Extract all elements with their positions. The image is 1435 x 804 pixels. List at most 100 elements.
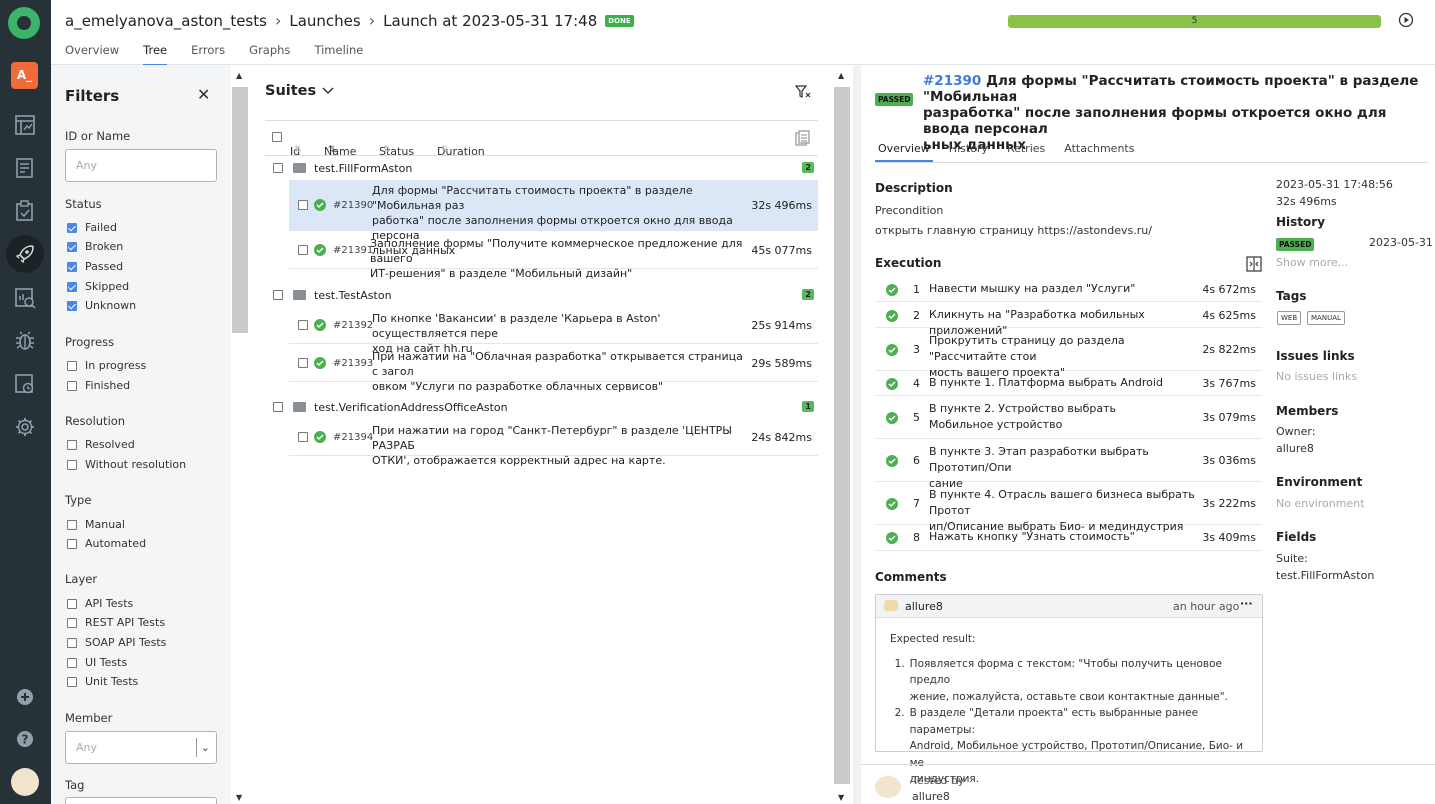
table-row[interactable]: #21390 Для формы "Рассчитать стоимость п… [289,180,818,257]
suite-group[interactable]: test.VerificationAddressOfficeAston 1 [265,395,818,419]
tag-web[interactable]: WEB [1277,311,1302,325]
test-plans-icon[interactable] [12,198,38,224]
progress-finished-checkbox[interactable]: Finished [67,379,130,392]
columns-settings-icon[interactable] [795,130,810,146]
resolution-without-checkbox[interactable]: Without resolution [67,458,186,471]
status-badge: DONE [605,14,634,27]
select-all-checkbox[interactable] [272,132,282,142]
execution-step[interactable]: 1 Навести мышку на раздел "Услуги" 4s 67… [875,277,1262,302]
header: a_emelyanova_aston_tests › Launches › La… [51,0,1435,66]
precondition-text: открыть главную страницу https://astonde… [875,224,1152,237]
status-skipped-checkbox[interactable]: Skipped [67,280,129,293]
project-avatar[interactable]: A_ [11,62,38,89]
chevron-down-icon [322,87,334,95]
user-avatar[interactable] [11,768,39,796]
tab-overview[interactable]: Overview [875,142,933,162]
resolution-resolved-checkbox[interactable]: Resolved [67,438,135,451]
tab-tree[interactable]: Tree [143,43,168,66]
breadcrumb-launches[interactable]: Launches [289,12,360,30]
tab-graphs[interactable]: Graphs [249,43,290,66]
breadcrumb-project[interactable]: a_emelyanova_aston_tests [65,12,267,30]
history-heading: History [1276,215,1326,229]
history-status-badge[interactable]: PASSED [1276,238,1315,251]
expand-steps-icon[interactable] [1246,256,1262,272]
allure-logo[interactable] [8,7,40,39]
settings-gear-icon[interactable] [12,414,38,440]
type-automated-checkbox[interactable]: Automated [67,537,146,550]
layer-rest-api-checkbox[interactable]: REST API Tests [67,616,165,629]
filters-scrollbar[interactable]: ▲ ▼ [231,65,251,804]
table-row[interactable]: #21394 При нажатии на город "Санкт-Петер… [289,419,818,467]
launch-tabs: Overview Tree Errors Graphs Timeline [65,43,387,66]
comment-heading: Expected result: [890,633,976,645]
analytics-icon[interactable] [12,285,38,311]
test-number[interactable]: #21390 [923,73,981,89]
execution-step[interactable]: 5 В пункте 2. Устройство выбрать Мобильно… [875,396,1262,439]
execution-step[interactable]: 2 Кликнуть на "Разработка мобильных прил… [875,302,1262,337]
history-date: 2023-05-31 [1369,236,1433,249]
svg-text:?: ? [22,733,29,747]
add-plus-icon[interactable] [12,684,38,710]
layer-soap-api-checkbox[interactable]: SOAP API Tests [67,636,166,649]
scrollbar-thumb[interactable] [232,87,248,333]
defects-bug-icon[interactable] [12,328,38,354]
comment-author: allure8 [905,600,943,613]
status-failed-checkbox[interactable]: Failed [67,221,117,234]
panel-resize-handle[interactable] [853,65,861,804]
jobs-icon[interactable] [12,371,38,397]
execution-step[interactable]: 3 Прокрутить страницу до раздела "Рассчи… [875,328,1262,379]
tag-manual[interactable]: MANUAL [1307,311,1345,325]
run-date: 2023-05-31 17:48:56 [1276,178,1393,191]
filter-clear-icon[interactable] [795,84,812,100]
tags-heading: Tags [1276,289,1307,303]
left-rail: A_ ? [0,0,51,804]
dashboard-icon[interactable] [12,112,38,138]
close-icon[interactable]: ✕ [197,85,210,104]
tag-select[interactable] [65,797,217,804]
scroll-up-icon[interactable]: ▲ [236,71,242,80]
table-row[interactable]: #21391 Заполнение формы "Получите коммер… [289,232,818,280]
tab-retries[interactable]: Retries [1004,142,1048,162]
tab-overview[interactable]: Overview [65,43,119,66]
layer-api-checkbox[interactable]: API Tests [67,597,133,610]
status-passed-checkbox[interactable]: Passed [67,260,123,273]
id-name-input[interactable]: Any [65,149,217,182]
suite-group[interactable]: test.TestAston 2 [265,283,818,307]
more-menu-icon[interactable]: ··· [1240,597,1253,610]
tree-scrollbar[interactable]: ▲ ▼ [833,65,853,804]
execution-step[interactable]: 7 В пункте 4. Отрасль вашего бизнеса выб… [875,482,1262,533]
scroll-down-icon[interactable]: ▼ [236,793,242,802]
help-icon[interactable]: ? [12,726,38,752]
status-unknown-checkbox[interactable]: Unknown [67,299,136,312]
layer-unit-checkbox[interactable]: Unit Tests [67,675,138,688]
passed-check-icon [314,199,326,211]
test-cases-icon[interactable] [12,155,38,181]
progress-in-progress-checkbox[interactable]: In progress [67,359,146,372]
table-row[interactable]: #21392 По кнопке 'Вакансии' в разделе 'К… [289,307,818,355]
passed-check-icon [886,344,898,356]
table-row[interactable]: #21393 При нажатии на "Облачная разработ… [289,345,818,393]
chevron-down-icon: ⌄ [195,738,210,757]
play-icon[interactable] [1398,12,1414,28]
scrollbar-thumb[interactable] [834,87,850,784]
tab-history[interactable]: History [946,142,991,162]
execution-step[interactable]: 4 В пункте 1. Платформа выбрать Android … [875,371,1262,396]
launches-rocket-icon[interactable] [6,235,44,273]
type-manual-checkbox[interactable]: Manual [67,518,125,531]
show-more-link[interactable]: Show more... [1276,256,1348,269]
execution-step[interactable]: 6 В пункте 3. Этап разработки выбрать Пр… [875,439,1262,490]
suites-dropdown[interactable]: Suites [265,83,334,99]
scroll-down-icon[interactable]: ▼ [838,793,844,802]
chevron-right-icon: › [274,11,282,30]
execution-step[interactable]: 8 Нажать кнопку "Узнать стоимость" 3s 40… [875,525,1262,551]
suite-group[interactable]: test.FillFormAston 2 [265,156,818,180]
status-broken-checkbox[interactable]: Broken [67,240,123,253]
layer-ui-checkbox[interactable]: UI Tests [67,656,127,669]
tab-errors[interactable]: Errors [191,43,225,66]
folder-icon [293,290,306,300]
member-select[interactable]: Any ⌄ [65,731,217,764]
tab-timeline[interactable]: Timeline [314,43,363,66]
tab-attachments[interactable]: Attachments [1061,142,1137,162]
scroll-up-icon[interactable]: ▲ [838,71,844,80]
environment-value: No environment [1276,497,1365,510]
